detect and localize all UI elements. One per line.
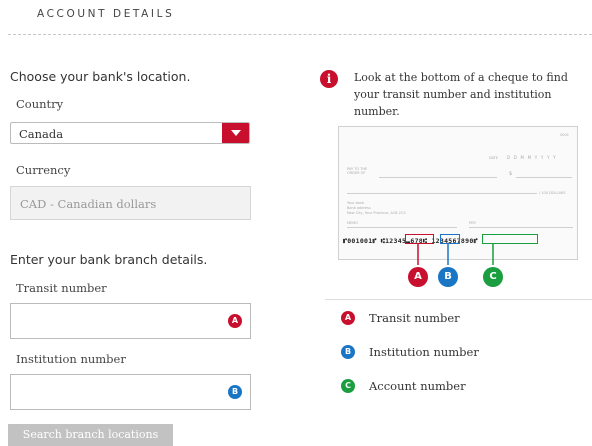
cheque-bank-line-2: Bank address [347, 206, 371, 210]
cheque-badge-b: B [438, 267, 458, 287]
info-icon: i [320, 70, 338, 88]
cheque-date-format: D D M M Y Y Y Y [507, 155, 557, 160]
currency-field: CAD - Canadian dollars [10, 186, 251, 220]
cheque-dollar-sign: $ [509, 171, 513, 177]
transit-badge: A [228, 314, 242, 328]
cheque-bank-line-3: New City, Your Province, A1B 2C3 [347, 211, 406, 215]
cheque-number: 0001 [560, 133, 569, 137]
country-select-value: Canada [19, 127, 64, 141]
cheque-memo-line [347, 227, 457, 228]
legend-label-account: Account number [369, 379, 466, 393]
institution-label: Institution number [16, 352, 126, 366]
transit-label: Transit number [16, 281, 107, 295]
legend-badge-a: A [341, 311, 355, 325]
chevron-down-icon[interactable] [222, 123, 249, 143]
search-branch-button[interactable]: Search branch locations [8, 424, 173, 446]
legend-label-institution: Institution number [369, 345, 479, 359]
page-title: ACCOUNT DETAILS [37, 8, 175, 20]
country-label: Country [16, 97, 64, 111]
cheque-words-line [347, 193, 537, 194]
location-heading: Choose your bank's location. [10, 69, 191, 84]
legend-badge-b: B [341, 345, 355, 359]
institution-badge: B [228, 385, 242, 399]
title-divider [8, 34, 592, 35]
currency-value: CAD - Canadian dollars [20, 197, 157, 211]
cheque-payee-line [379, 177, 497, 178]
legend-divider [325, 299, 592, 300]
cheque-signature-line [469, 227, 573, 228]
cheque-date-label: DATE [489, 156, 499, 160]
currency-label: Currency [16, 163, 71, 177]
legend-label-transit: Transit number [369, 311, 460, 325]
cheque-sign-label: PER [469, 221, 476, 225]
transit-input[interactable]: A [10, 303, 251, 339]
institution-input[interactable]: B [10, 374, 251, 410]
country-select[interactable]: Canada [10, 122, 250, 144]
cheque-badge-c: C [483, 267, 503, 287]
cheque-dollars-label: / 100 DOLLARS [539, 191, 566, 195]
branch-heading: Enter your bank branch details. [10, 252, 208, 267]
cheque-amount-line [516, 177, 572, 178]
legend-badge-c: C [341, 379, 355, 393]
cheque-connectors [417, 243, 494, 265]
cheque-illustration: 0001 DATE D D M M Y Y Y Y PAY TO THE ORD… [338, 126, 578, 260]
cheque-memo-label: MEMO [347, 221, 359, 225]
cheque-badge-a: A [408, 267, 428, 287]
info-text: Look at the bottom of a cheque to find y… [354, 71, 568, 118]
cheque-bank-line-1: Your bank [347, 201, 365, 205]
cheque-pay-to-label: PAY TO THE ORDER OF [347, 167, 368, 175]
